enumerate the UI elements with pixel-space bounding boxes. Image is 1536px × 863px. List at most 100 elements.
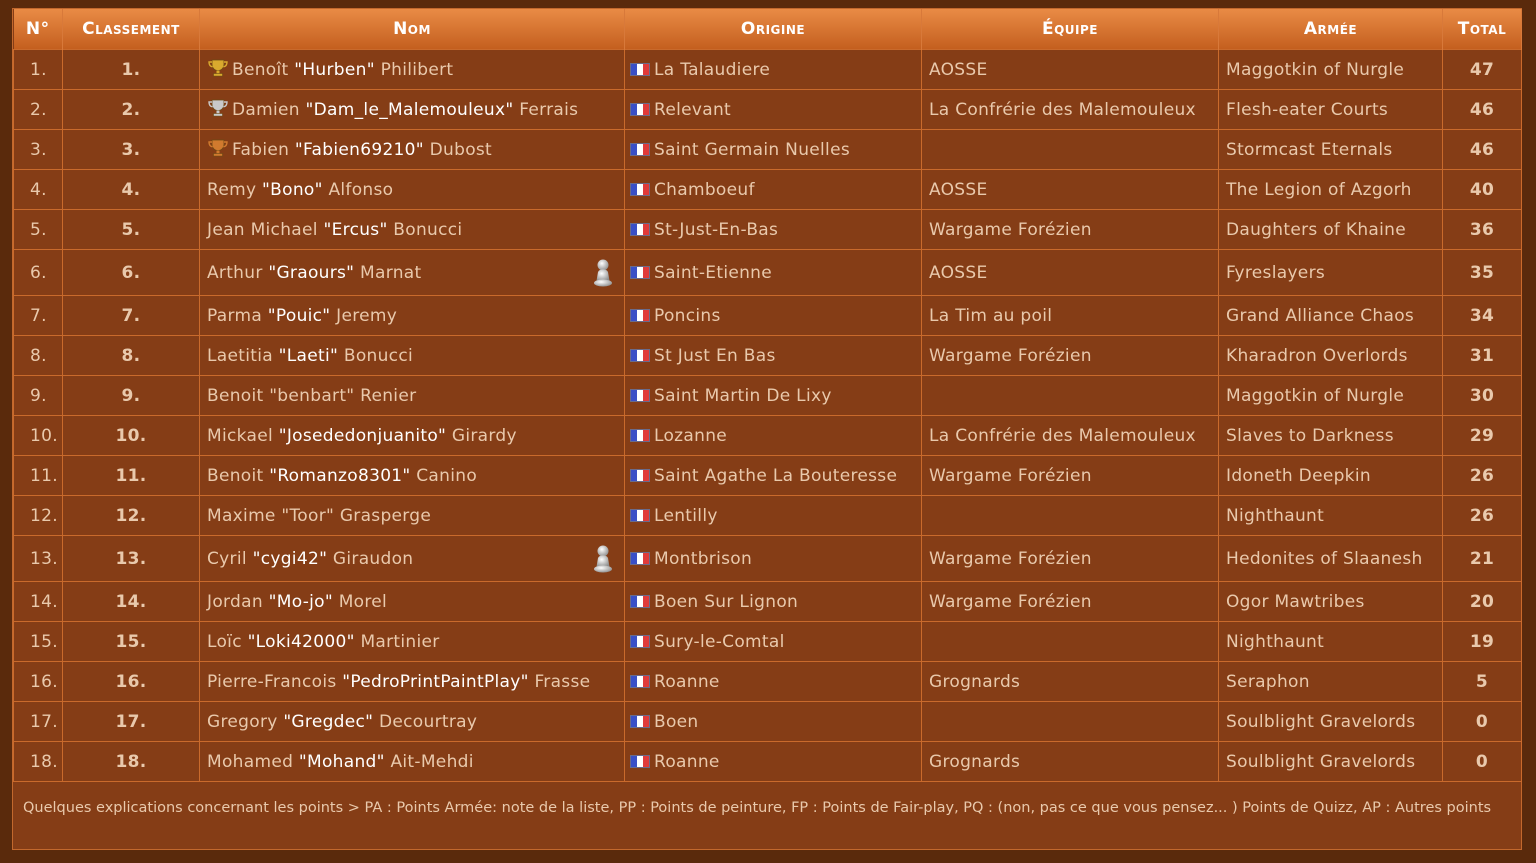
total-points: 21 [1442, 535, 1522, 582]
table-row[interactable]: 18. 18. Mohamed "Mohand" Ait-Mehdi Roanne Gr… [13, 741, 1522, 782]
table-row[interactable]: 2. 2. Damien "Dam_le_Malemouleux" Ferrais… [13, 89, 1522, 130]
player-name-cell[interactable]: Jean Michael "Ercus" Bonucci [199, 209, 625, 250]
team-cell [921, 701, 1219, 742]
player-last-name: Girardy [451, 425, 517, 446]
table-row[interactable]: 15. 15. Loïc "Loki42000" Martinier Sury-le-… [13, 621, 1522, 662]
table-row[interactable]: 3. 3. Fabien "Fabien69210" Dubost Saint Ge… [13, 129, 1522, 170]
player-name-cell[interactable]: Mickael "Josededonjuanito" Girardy [199, 415, 625, 456]
france-flag-icon [630, 182, 650, 196]
total-points: 19 [1442, 621, 1522, 662]
team-cell: AOSSE [921, 249, 1219, 296]
header-num[interactable]: N° [13, 9, 63, 50]
pawn-figure-icon[interactable] [592, 544, 614, 574]
player-first-name: Pierre-Francois [207, 671, 337, 692]
player-name-cell[interactable]: Benoît "Hurben" Philibert [199, 49, 625, 90]
origin-cell: St-Just-En-Bas [624, 209, 922, 250]
header-name[interactable]: Nom [199, 9, 625, 50]
row-rank: 11. [62, 455, 200, 496]
player-name-cell[interactable]: Maxime "Toor" Grasperge [199, 495, 625, 536]
player-name-cell[interactable]: Mohamed "Mohand" Ait-Mehdi [199, 741, 625, 782]
team-cell: Wargame Forézien [921, 455, 1219, 496]
player-last-name: Bonucci [343, 345, 414, 366]
player-name-cell[interactable]: Laetitia "Laeti" Bonucci [199, 335, 625, 376]
player-first-name: Loïc [207, 631, 242, 652]
player-nickname: "Ercus" [323, 219, 388, 240]
france-flag-icon [630, 388, 650, 402]
player-nickname: "Hurben" [294, 60, 375, 80]
row-number: 6. [13, 249, 63, 296]
army-cell: Kharadron Overlords [1218, 335, 1443, 376]
row-number: 8. [13, 335, 63, 376]
france-flag-icon [630, 634, 650, 648]
player-first-name: Laetitia [207, 345, 273, 366]
player-name-cell[interactable]: Gregory "Gregdec" Decourtray [199, 701, 625, 742]
table-row[interactable]: 10. 10. Mickael "Josededonjuanito" Girardy… [13, 415, 1522, 456]
header-origin[interactable]: Origine [624, 9, 922, 50]
team-cell: Wargame Forézien [921, 335, 1219, 376]
france-flag-icon [630, 265, 650, 279]
player-name-cell[interactable]: Fabien "Fabien69210" Dubost [199, 129, 625, 170]
table-row[interactable]: 1. 1. Benoît "Hurben" Philibert La Talaudi… [13, 49, 1522, 90]
row-rank: 15. [62, 621, 200, 662]
table-row[interactable]: 5. 5. Jean Michael "Ercus" Bonucci St-Just-… [13, 209, 1522, 250]
table-row[interactable]: 17. 17. Gregory "Gregdec" Decourtray Boen So… [13, 701, 1522, 742]
header-total[interactable]: Total [1442, 9, 1522, 50]
player-nickname: "Fabien69210" [294, 140, 424, 160]
player-name-cell[interactable]: Benoit "benbart" Renier [199, 375, 625, 416]
team-cell [921, 495, 1219, 536]
player-name-cell[interactable]: Arthur "Graours" Marnat [199, 249, 625, 296]
table-row[interactable]: 8. 8. Laetitia "Laeti" Bonucci St Just En B… [13, 335, 1522, 376]
player-name-cell[interactable]: Remy "Bono" Alfonso [199, 169, 625, 210]
total-points: 31 [1442, 335, 1522, 376]
army-cell: Slaves to Darkness [1218, 415, 1443, 456]
row-number: 18. [13, 741, 63, 782]
player-name-cell[interactable]: Cyril "cygi42" Giraudon [199, 535, 625, 582]
origin-text: Montbrison [654, 548, 753, 569]
table-row[interactable]: 6. 6. Arthur "Graours" Marnat Saint-Etienn… [13, 249, 1522, 296]
origin-cell: Saint Germain Nuelles [624, 129, 922, 170]
origin-cell: Montbrison [624, 535, 922, 582]
france-flag-icon [630, 468, 650, 482]
player-name-cell[interactable]: Pierre-Francois "PedroPrintPaintPlay" Fr… [199, 661, 625, 702]
player-name-cell[interactable]: Benoit "Romanzo8301" Canino [199, 455, 625, 496]
france-flag-icon [630, 62, 650, 76]
team-cell: Wargame Forézien [921, 581, 1219, 622]
ranking-panel: N° Classement Nom Origine Équipe Armée T… [12, 8, 1522, 850]
player-last-name: Philibert [380, 60, 454, 80]
player-last-name: Martinier [360, 631, 440, 652]
trophy-icon [207, 139, 229, 157]
origin-text: Lozanne [654, 425, 728, 446]
team-cell [921, 375, 1219, 416]
france-flag-icon [630, 551, 650, 565]
army-cell: The Legion of Azgorh [1218, 169, 1443, 210]
table-row[interactable]: 11. 11. Benoit "Romanzo8301" Canino Saint A… [13, 455, 1522, 496]
origin-text: Saint Germain Nuelles [654, 139, 850, 160]
origin-cell: Poncins [624, 295, 922, 336]
row-rank: 4. [62, 169, 200, 210]
table-row[interactable]: 12. 12. Maxime "Toor" Grasperge Lentilly Nig… [13, 495, 1522, 536]
france-flag-icon [630, 428, 650, 442]
player-last-name: Alfonso [328, 179, 394, 200]
player-name-cell[interactable]: Parma "Pouic" Jeremy [199, 295, 625, 336]
player-first-name: Maxime "Toor" Grasperge [207, 505, 432, 526]
france-flag-icon [630, 142, 650, 156]
header-army[interactable]: Armée [1218, 9, 1443, 50]
france-flag-icon [630, 754, 650, 768]
table-row[interactable]: 9. 9. Benoit "benbart" Renier Saint Martin … [13, 375, 1522, 416]
army-cell: Daughters of Khaine [1218, 209, 1443, 250]
pawn-figure-icon[interactable] [592, 258, 614, 288]
table-row[interactable]: 16. 16. Pierre-Francois "PedroPrintPaintPl… [13, 661, 1522, 702]
ranking-table: N° Classement Nom Origine Équipe Armée T… [13, 9, 1522, 782]
team-cell: Grognards [921, 661, 1219, 702]
table-row[interactable]: 13. 13. Cyril "cygi42" Giraudon Montbrison… [13, 535, 1522, 582]
table-row[interactable]: 14. 14. Jordan "Mo-jo" Morel Boen Sur Ligno… [13, 581, 1522, 622]
player-name-cell[interactable]: Loïc "Loki42000" Martinier [199, 621, 625, 662]
player-name-cell[interactable]: Jordan "Mo-jo" Morel [199, 581, 625, 622]
player-name-cell[interactable]: Damien "Dam_le_Malemouleux" Ferrais [199, 89, 625, 130]
origin-cell: St Just En Bas [624, 335, 922, 376]
trophy-icon [207, 59, 229, 77]
table-row[interactable]: 4. 4. Remy "Bono" Alfonso Chamboeuf AOSSE The… [13, 169, 1522, 210]
header-team[interactable]: Équipe [921, 9, 1219, 50]
header-rank[interactable]: Classement [62, 9, 200, 50]
table-row[interactable]: 7. 7. Parma "Pouic" Jeremy Poncins La Tim au… [13, 295, 1522, 336]
